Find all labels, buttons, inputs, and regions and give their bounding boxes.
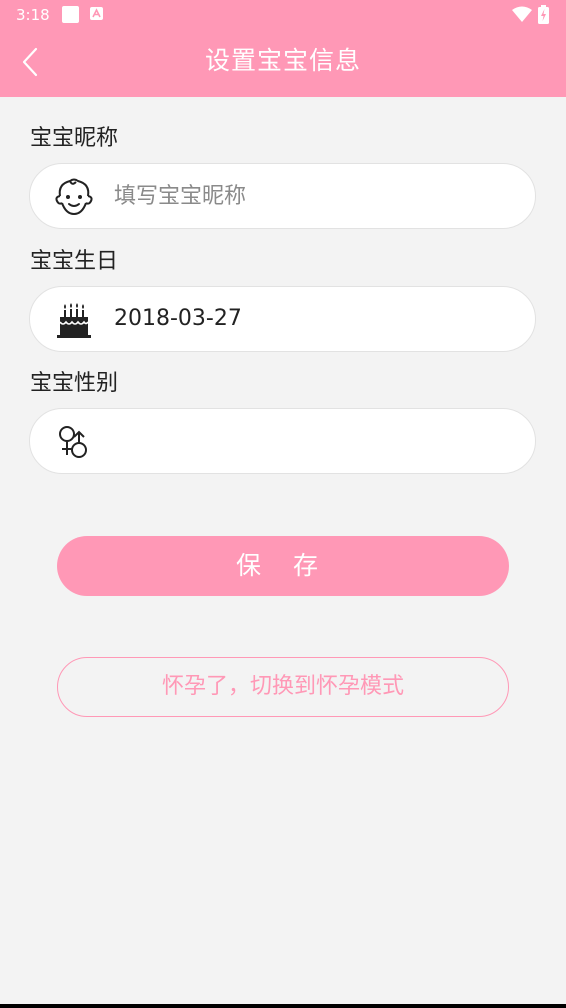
nickname-field[interactable] <box>29 163 536 229</box>
wifi-icon <box>512 6 532 27</box>
gender-symbols-icon <box>52 421 96 463</box>
birthday-label: 宝宝生日 <box>30 249 119 274</box>
gender-field[interactable] <box>29 408 536 474</box>
battery-charging-icon <box>538 5 549 28</box>
birthday-field[interactable]: 2018-03-27 <box>29 286 536 352</box>
birthday-cake-icon <box>52 299 96 341</box>
a-notification-icon <box>90 7 103 20</box>
switch-to-pregnancy-mode-button[interactable]: 怀孕了，切换到怀孕模式 <box>57 657 509 717</box>
nickname-label: 宝宝昵称 <box>30 126 119 151</box>
save-button[interactable]: 保 存 <box>57 536 509 596</box>
birthday-value: 2018-03-27 <box>114 306 242 331</box>
nickname-input[interactable] <box>114 164 514 228</box>
status-bar: 3:18 <box>0 0 566 30</box>
baby-face-icon <box>52 176 96 218</box>
app-bar: 设置宝宝信息 <box>0 30 566 97</box>
app-notification-icon <box>62 6 79 23</box>
bottom-edge <box>0 1004 566 1008</box>
gender-label: 宝宝性别 <box>30 371 119 396</box>
status-time: 3:18 <box>16 6 50 24</box>
page-title: 设置宝宝信息 <box>204 46 361 75</box>
